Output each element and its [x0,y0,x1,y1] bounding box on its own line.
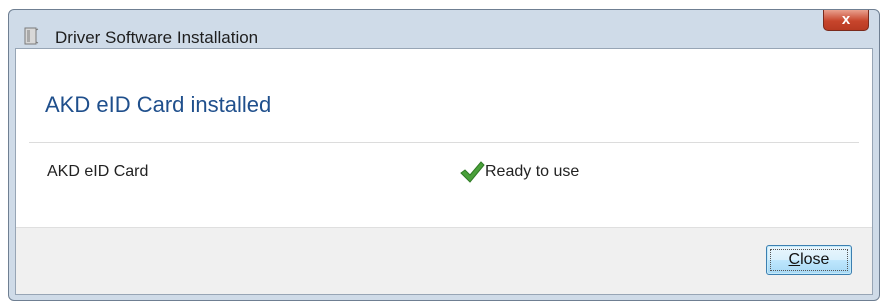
dialog-window: Driver Software Installation x AKD eID C… [8,9,880,301]
check-icon [460,161,485,183]
status-text: Ready to use [485,163,580,180]
dialog-content: AKD eID Card installed AKD eID Card Read… [15,48,873,295]
driver-install-icon [24,27,39,45]
button-bar: Close [16,227,872,294]
close-icon: x [841,11,851,28]
window-title: Driver Software Installation [55,28,259,47]
window-close-button[interactable]: x [823,10,869,31]
install-heading: AKD eID Card installed [45,92,272,117]
close-button[interactable]: Close [766,245,852,275]
focus-rectangle [770,249,848,271]
device-name: AKD eID Card [47,163,149,180]
divider [29,142,859,143]
